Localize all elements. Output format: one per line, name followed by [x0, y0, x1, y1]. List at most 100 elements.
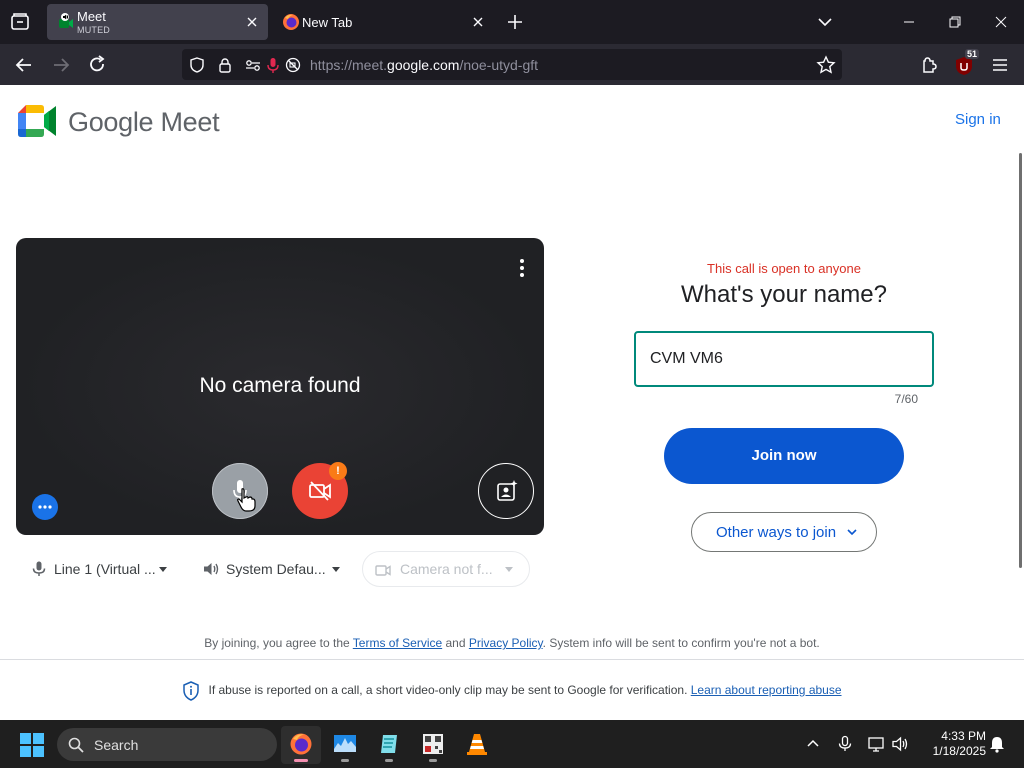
close-tab-icon[interactable] [470, 14, 486, 30]
chevron-down-icon [847, 529, 857, 536]
name-input[interactable] [634, 331, 934, 387]
terms-of-service-link[interactable]: Terms of Service [353, 636, 442, 650]
camera-warning-badge[interactable]: ! [329, 462, 347, 480]
sign-in-link[interactable]: Sign in [955, 111, 1001, 128]
tab-new-tab[interactable]: New Tab [272, 4, 494, 40]
microphone-tray-icon[interactable] [836, 735, 854, 753]
close-window-icon[interactable] [986, 8, 1016, 36]
new-tab-icon[interactable] [503, 10, 527, 34]
shield-icon[interactable] [188, 56, 206, 74]
search-label: Search [94, 737, 139, 753]
shield-info-icon [183, 681, 200, 701]
meet-muted-favicon-icon[interactable] [57, 13, 75, 31]
extension-badge: 51 [965, 49, 980, 59]
learn-reporting-abuse-link[interactable]: Learn about reporting abuse [691, 683, 842, 697]
permissions-icon[interactable] [244, 56, 262, 74]
join-now-button[interactable]: Join now [664, 428, 904, 484]
notification-bell-icon[interactable] [988, 735, 1006, 753]
vlc-cone-icon [467, 734, 487, 755]
clock-date: 1/18/2025 [932, 744, 986, 758]
more-actions-button[interactable] [32, 494, 58, 520]
network-icon[interactable] [867, 735, 885, 753]
microphone-muted-icon[interactable] [264, 56, 282, 74]
abuse-notice: If abuse is reported on a call, a short … [0, 681, 1024, 701]
camera-off-icon [309, 481, 331, 501]
name-prompt: What's your name? [680, 281, 887, 308]
browser-nav-bar: https://meet.google.com/noe-utyd-gft 51 [0, 44, 1024, 85]
dropdown-caret-icon [332, 567, 340, 572]
abuse-text: If abuse is reported on a call, a short … [208, 683, 691, 698]
running-indicator [341, 759, 349, 762]
terms-notice: By joining, you agree to the Terms of Se… [0, 636, 1024, 650]
taskbar-app-notes[interactable] [369, 726, 409, 764]
url-text[interactable]: https://meet.google.com/noe-utyd-gft [310, 57, 538, 73]
taskbar-firefox[interactable] [281, 726, 321, 764]
qr-tool-icon [423, 734, 443, 754]
microphone-toggle-button[interactable] [212, 463, 268, 519]
taskbar-search[interactable]: Search [57, 728, 277, 761]
running-indicator [385, 759, 393, 762]
close-tab-icon[interactable] [244, 14, 260, 30]
camera-selector[interactable]: Camera not f... [362, 551, 530, 587]
character-count: 7/60 [894, 392, 918, 406]
no-camera-message: No camera found [199, 374, 361, 397]
notepad-icon [381, 735, 397, 753]
url-prefix: https://meet. [310, 57, 388, 73]
footer-divider [0, 659, 1024, 660]
scrollbar[interactable] [1019, 153, 1022, 568]
video-camera-icon [375, 565, 391, 576]
firefox-icon [290, 733, 312, 755]
system-clock[interactable]: 4:33 PM 1/18/2025 [916, 729, 986, 759]
google-meet-logo-icon [18, 105, 56, 137]
terms-and: and [442, 636, 469, 650]
more-options-icon[interactable] [518, 258, 526, 278]
browser-tab-bar: Meet MUTED New Tab [0, 0, 1024, 44]
reload-icon[interactable] [84, 52, 110, 78]
extensions-icon[interactable] [918, 53, 942, 77]
bookmark-star-icon[interactable] [816, 55, 836, 75]
chevron-down-icon[interactable] [813, 10, 837, 34]
dropdown-caret-icon [159, 567, 167, 572]
microphone-selector[interactable]: Line 1 (Virtual ... [30, 551, 170, 587]
privacy-policy-link[interactable]: Privacy Policy [469, 636, 543, 650]
taskbar-app-monitor[interactable] [325, 726, 365, 764]
chevron-up-icon[interactable] [804, 735, 822, 753]
lock-icon[interactable] [216, 56, 234, 74]
ublock-extension-button[interactable]: 51 [953, 49, 980, 77]
taskbar-app-grid[interactable] [413, 726, 453, 764]
back-arrow-icon[interactable] [11, 52, 37, 78]
brand-name: Google Meet [68, 107, 220, 137]
tab-title: New Tab [302, 15, 353, 30]
restore-icon[interactable] [940, 8, 970, 36]
address-bar[interactable]: https://meet.google.com/noe-utyd-gft [182, 49, 842, 80]
video-preview: No camera found ! [16, 238, 544, 535]
speaker-icon [204, 563, 219, 575]
running-indicator [429, 759, 437, 762]
camera-selector-label: Camera not f... [400, 561, 493, 577]
visual-effects-button[interactable] [478, 463, 534, 519]
minimize-icon[interactable] [894, 8, 924, 36]
url-host: google.com [387, 57, 460, 73]
taskbar-vlc[interactable] [457, 726, 497, 764]
volume-icon[interactable] [891, 735, 909, 753]
search-icon [68, 737, 84, 753]
other-ways-to-join-button[interactable]: Other ways to join [691, 512, 877, 552]
microphone-selector-label: Line 1 (Virtual ... [54, 561, 156, 577]
hamburger-menu-icon[interactable] [988, 53, 1012, 77]
clock-time: 4:33 PM [941, 729, 986, 743]
activity-monitor-icon [334, 735, 356, 752]
tab-meet[interactable]: Meet MUTED [47, 4, 268, 40]
windows-start-icon[interactable] [20, 733, 44, 757]
tab-list-icon[interactable] [8, 10, 32, 34]
terms-suffix: . System info will be sent to confirm yo… [542, 636, 820, 650]
hand-cursor-icon [237, 488, 256, 512]
camera-blocked-icon[interactable] [284, 56, 302, 74]
other-ways-label: Other ways to join [716, 524, 837, 541]
speaker-selector[interactable]: System Defau... [202, 551, 344, 587]
tab-title: Meet [77, 9, 106, 24]
url-path: /noe-utyd-gft [459, 57, 539, 73]
forward-arrow-icon[interactable] [48, 52, 74, 78]
microphone-icon [32, 561, 46, 576]
open-call-notice: This call is open to anyone [707, 261, 861, 276]
firefox-icon [283, 14, 299, 30]
